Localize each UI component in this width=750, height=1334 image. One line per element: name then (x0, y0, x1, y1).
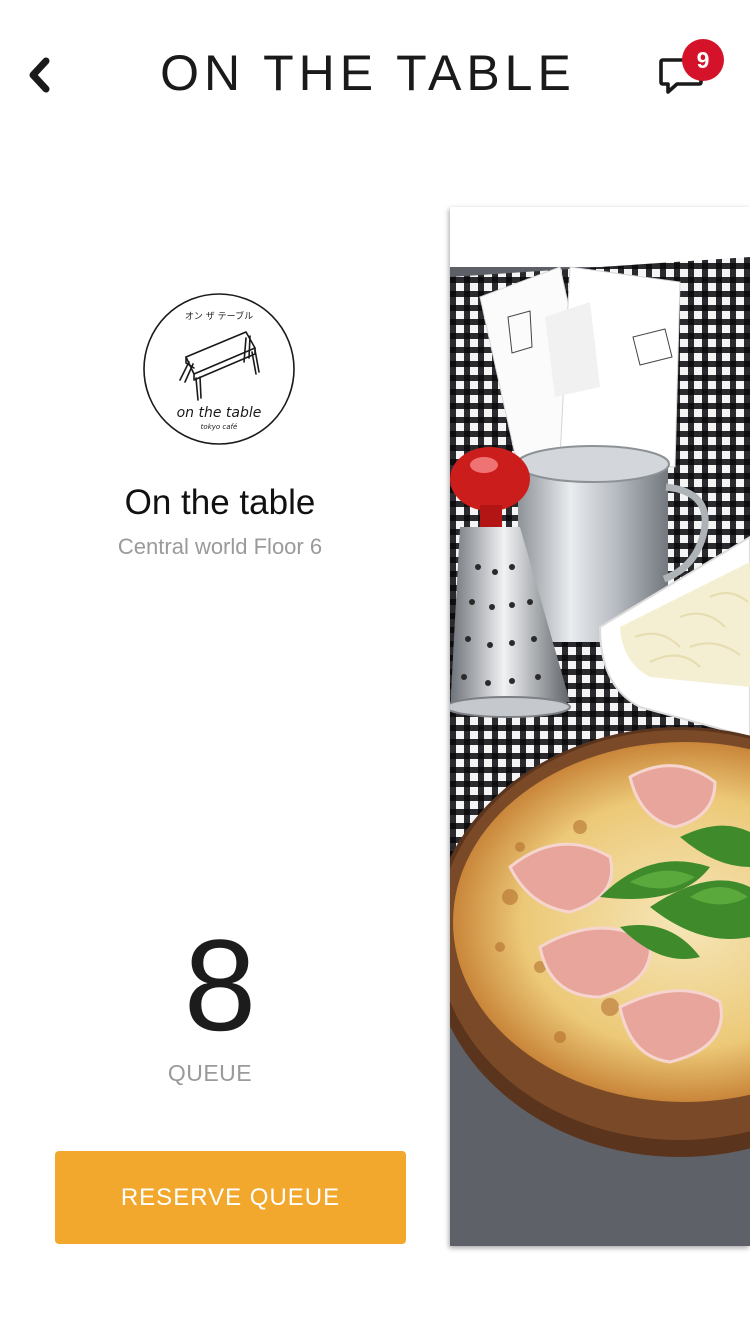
restaurant-logo: オン ザ テーブル on the table tokyo café (142, 292, 296, 446)
logo-brand-text: on the table (177, 405, 262, 421)
logo-sub-text: tokyo café (201, 423, 238, 431)
logo-top-text: オン ザ テーブル (185, 310, 253, 322)
restaurant-name: On the table (124, 483, 316, 522)
queue-count: 8 (183, 912, 257, 1058)
chevron-left-icon (29, 57, 50, 93)
page-title: ON THE TABLE (160, 45, 576, 101)
restaurant-photo[interactable] (450, 207, 750, 1246)
back-button[interactable] (14, 48, 64, 102)
top-bar: ON THE TABLE 9 (0, 0, 750, 150)
messages-button[interactable]: 9 (650, 36, 730, 106)
restaurant-location: Central world Floor 6 (117, 534, 323, 559)
notification-badge: 9 (682, 39, 724, 81)
queue-label: QUEUE (167, 1060, 253, 1086)
reserve-queue-button[interactable]: RESERVE QUEUE (55, 1151, 406, 1244)
